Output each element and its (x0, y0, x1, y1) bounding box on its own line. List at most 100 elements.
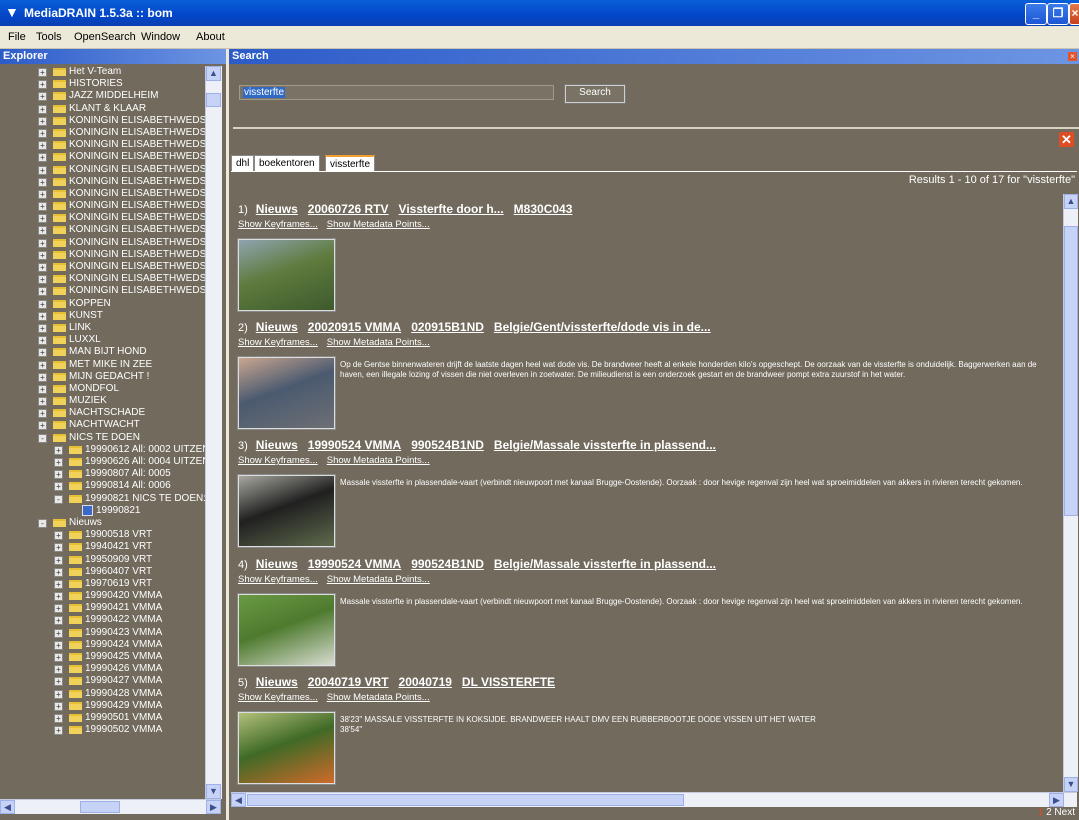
tree-item[interactable]: - Nieuws (0, 517, 205, 529)
tree-item[interactable]: +19940421 VRT (0, 541, 205, 553)
results-vertical-scrollbar[interactable]: ▲ ▼ (1063, 194, 1078, 792)
scroll-thumb[interactable] (1064, 226, 1078, 516)
show-keyframes-link[interactable]: Show Keyframes... (238, 219, 318, 230)
expand-icon[interactable]: + (54, 653, 63, 662)
tree-item[interactable]: + NACHTSCHADE (0, 407, 205, 419)
tree-item[interactable]: +19970619 VRT (0, 578, 205, 590)
expand-icon[interactable]: + (38, 397, 47, 407)
result-link[interactable]: DL VISSTERFTE (462, 675, 555, 689)
expand-icon[interactable]: + (54, 579, 63, 589)
expand-icon[interactable]: + (54, 458, 63, 467)
scroll-down-icon[interactable]: ▼ (206, 784, 221, 799)
tree-item[interactable]: + KONINGIN ELISABETHWEDSTRI (0, 212, 205, 224)
tree-item[interactable]: + KUNST (0, 310, 205, 322)
show-metadata-link[interactable]: Show Metadata Points... (327, 219, 430, 230)
menu-window[interactable]: Window (141, 31, 180, 43)
result-link[interactable]: Belgie/Massale vissterfte in plassend... (494, 438, 716, 452)
tree-item[interactable]: + MUZIEK (0, 395, 205, 407)
tree-item[interactable]: + MAN BIJT HOND (0, 346, 205, 358)
expand-icon[interactable]: + (54, 616, 63, 626)
expand-icon[interactable]: + (38, 153, 47, 163)
tree-item[interactable]: +19990420 VMMA (0, 590, 205, 602)
tree-item[interactable]: +19960407 VRT (0, 566, 205, 578)
result-link[interactable]: 19990524 VMMA (308, 438, 401, 452)
result-link[interactable]: 990524B1ND (411, 438, 484, 452)
tree-item[interactable]: - NICS TE DOEN (0, 432, 205, 444)
tree-item[interactable]: +19990427 VMMA (0, 675, 205, 687)
tree-item[interactable]: + LUXXL (0, 334, 205, 346)
tree-item[interactable]: + Het V-Team (0, 66, 205, 78)
tree-item[interactable]: + MET MIKE IN ZEE (0, 359, 205, 371)
tree-item[interactable]: +19990422 VMMA (0, 614, 205, 626)
expand-icon[interactable]: + (38, 384, 47, 394)
expand-icon[interactable]: + (38, 275, 47, 285)
page-next-link[interactable]: 2 Next (1046, 807, 1075, 818)
expand-icon[interactable]: + (54, 445, 63, 455)
expand-icon[interactable]: + (38, 80, 47, 90)
expand-icon[interactable]: + (38, 421, 47, 431)
expand-icon[interactable]: + (54, 628, 63, 638)
tree-item[interactable]: + KONINGIN ELISABETHWEDSTRI (0, 139, 205, 151)
expand-icon[interactable]: + (38, 372, 47, 382)
collapse-icon[interactable]: - (38, 518, 47, 528)
tree-item[interactable]: +19990612 All: 0002 UITZEND (0, 444, 205, 456)
tree-item[interactable]: + KONINGIN ELISABETHWEDSTRI (0, 249, 205, 261)
tree-item[interactable]: 19990821 (0, 504, 205, 517)
tree-item[interactable]: + LINK (0, 322, 205, 334)
tree-item[interactable]: + KONINGIN ELISABETHWEDSTRI (0, 237, 205, 249)
result-link[interactable]: Nieuws (256, 320, 298, 334)
expand-icon[interactable]: + (38, 189, 47, 199)
result-link[interactable]: 20040719 (399, 675, 452, 689)
expand-icon[interactable]: + (54, 543, 63, 553)
tree-item[interactable]: + KONINGIN ELISABETHWEDSTRI (0, 273, 205, 285)
expand-icon[interactable]: + (38, 141, 47, 151)
tree-item[interactable]: + KONINGIN ELISABETHWEDSTRI (0, 176, 205, 188)
result-link[interactable]: Nieuws (256, 675, 298, 689)
scroll-thumb[interactable] (206, 93, 221, 107)
tree-item[interactable]: + KONINGIN ELISABETHWEDSTRI (0, 127, 205, 139)
result-link[interactable]: Nieuws (256, 202, 298, 216)
tree-item[interactable]: + KLANT & KLAAR (0, 103, 205, 115)
result-link[interactable]: 20040719 VRT (308, 675, 389, 689)
expand-icon[interactable]: + (54, 567, 63, 577)
expand-icon[interactable]: + (54, 689, 63, 699)
tree-item[interactable]: + KONINGIN ELISABETHWEDSTRI (0, 115, 205, 127)
tree-item[interactable]: + HISTORIES (0, 78, 205, 90)
expand-icon[interactable]: + (38, 165, 47, 175)
expand-icon[interactable]: + (38, 409, 47, 419)
tree-item[interactable]: + JAZZ MIDDELHEIM (0, 90, 205, 102)
scroll-up-icon[interactable]: ▲ (1064, 194, 1078, 209)
expand-icon[interactable]: + (38, 104, 47, 114)
show-metadata-link[interactable]: Show Metadata Points... (327, 455, 430, 466)
scroll-right-icon[interactable]: ▶ (206, 800, 221, 814)
tree-item[interactable]: + NACHTWACHT (0, 419, 205, 431)
tree-item[interactable]: + MIJN GEDACHT ! (0, 371, 205, 383)
tree-item[interactable]: + KONINGIN ELISABETHWEDSTRI (0, 188, 205, 200)
tree-item[interactable]: + KONINGIN ELISABETHWEDSTRI (0, 164, 205, 176)
tree-item[interactable]: +19990501 VMMA (0, 712, 205, 724)
show-metadata-link[interactable]: Show Metadata Points... (327, 574, 430, 585)
result-link[interactable]: Nieuws (256, 557, 298, 571)
tree-item[interactable]: +19990814 All: 0006 (0, 480, 205, 492)
tree-item[interactable]: + KONINGIN ELISABETHWEDSTRI (0, 151, 205, 163)
tree-item[interactable]: - 19990821 NICS TE DOEN: (0, 493, 205, 505)
expand-icon[interactable]: + (38, 250, 47, 260)
keyframe-thumbnail[interactable] (237, 711, 336, 785)
expand-icon[interactable]: + (54, 604, 63, 614)
result-link[interactable]: 020915B1ND (411, 320, 484, 334)
result-link[interactable]: 19990524 VMMA (308, 557, 401, 571)
expand-icon[interactable]: + (38, 238, 47, 248)
result-link[interactable]: 990524B1ND (411, 557, 484, 571)
tree-item[interactable]: + KONINGIN ELISABETHWEDSTRI (0, 224, 205, 236)
expand-icon[interactable]: + (54, 470, 63, 480)
expand-icon[interactable]: + (38, 92, 47, 102)
expand-icon[interactable]: + (54, 677, 63, 687)
explorer-vertical-scrollbar[interactable]: ▲ ▼ (205, 66, 222, 799)
tab-boekentoren[interactable]: boekentoren (254, 155, 320, 171)
result-link[interactable]: Belgie/Massale vissterfte in plassend... (494, 557, 716, 571)
show-keyframes-link[interactable]: Show Keyframes... (238, 692, 318, 703)
results-horizontal-scrollbar[interactable]: ◀ ▶ (231, 792, 1077, 807)
tree-item[interactable]: +19990502 VMMA (0, 724, 205, 736)
close-panel-icon[interactable]: × (1068, 52, 1077, 61)
scroll-thumb-horizontal[interactable] (80, 801, 120, 813)
